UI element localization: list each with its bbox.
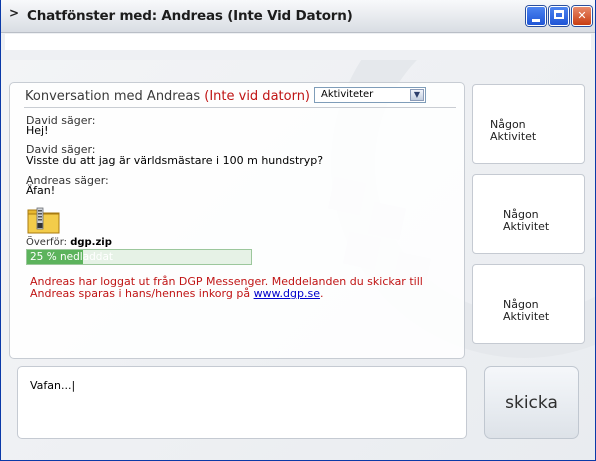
activity-label-line2: Aktivitet: [503, 220, 550, 233]
zip-folder-icon[interactable]: [27, 206, 60, 234]
system-message: Andreas har loggat ut från DGP Messenger…: [30, 276, 450, 300]
activity-card[interactable]: Någon Aktivitet: [472, 264, 585, 344]
activity-label-line2: Aktivitet: [490, 130, 537, 143]
message-text: Visste du att jag är världsmästare i 100…: [26, 154, 324, 167]
activity-card[interactable]: Någon Aktivitet: [472, 174, 585, 254]
contact-status: (Inte vid datorn): [204, 89, 311, 104]
inbox-link[interactable]: www.dgp.se: [254, 287, 320, 300]
activity-label: Någon Aktivitet: [503, 299, 549, 323]
activity-label-line2: Aktivitet: [503, 310, 550, 323]
close-button[interactable]: ✕: [572, 6, 592, 26]
maximize-icon: [554, 10, 564, 19]
minimize-button[interactable]: [526, 6, 546, 26]
message-input[interactable]: Vafan...|: [17, 366, 467, 439]
chevron-down-icon[interactable]: ▼: [410, 89, 424, 101]
transfer-prefix: Överför:: [26, 237, 67, 248]
message-input-value: Vafan...|: [30, 379, 76, 392]
transfer-progress-bar: 25 % nedladdat: [26, 249, 252, 265]
activities-select-value: Aktiviteter: [321, 89, 374, 100]
system-message-text: Andreas har loggat ut från DGP Messenger…: [30, 275, 423, 300]
system-message-suffix: .: [319, 287, 324, 300]
conversation-title: Konversation med Andreas: [25, 89, 201, 104]
menu-arrow-icon[interactable]: >: [9, 6, 19, 20]
minimize-icon: [532, 19, 540, 22]
progress-text: 25 % nedladdat: [30, 251, 114, 263]
transfer-label: Överför: dgp.zip: [26, 237, 112, 248]
title-bar[interactable]: > Chatfönster med: Andreas (Inte Vid Dat…: [1, 0, 595, 33]
activity-card[interactable]: Någon Aktivitet: [472, 84, 585, 164]
header-divider: [24, 107, 456, 108]
maximize-button[interactable]: [549, 6, 569, 26]
send-button[interactable]: skicka: [484, 366, 579, 439]
message-text: Äfan!: [26, 184, 56, 197]
activity-label: Någon Aktivitet: [490, 119, 536, 143]
close-icon: ✕: [577, 9, 587, 22]
toolbar-area: [5, 34, 591, 50]
chat-window: > Chatfönster med: Andreas (Inte Vid Dat…: [0, 0, 596, 461]
activity-label: Någon Aktivitet: [503, 209, 549, 233]
window-title: Chatfönster med: Andreas (Inte Vid Dator…: [27, 8, 353, 24]
transfer-filename[interactable]: dgp.zip: [70, 237, 112, 248]
message-text: Hej!: [26, 124, 49, 137]
conversation-header: Konversation med Andreas (Inte vid dator…: [25, 89, 310, 104]
activities-select[interactable]: Aktiviteter ▼: [314, 87, 426, 103]
